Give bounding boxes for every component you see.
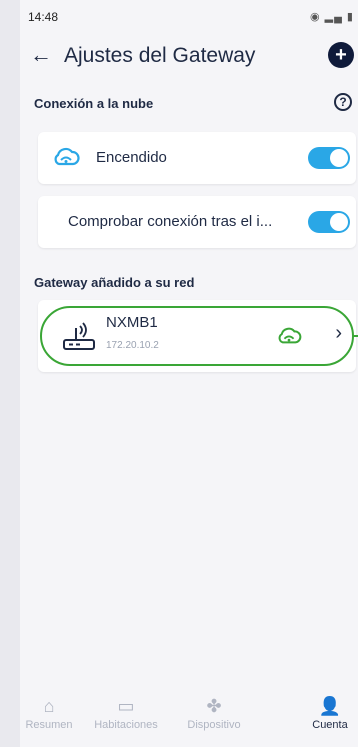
highlight-outline (40, 306, 354, 366)
check-connection-card: Comprobar conexión tras el i... (38, 196, 356, 248)
cloud-icon (52, 146, 80, 173)
header: ← Ajustes del Gateway + (20, 36, 358, 76)
fan-icon: ✤ (206, 696, 222, 716)
cloud-enabled-label: Encendido (96, 149, 167, 166)
cloud-enabled-card: Encendido (38, 132, 356, 184)
highlight-pointer (353, 335, 358, 337)
screen: 14:48 ◉ ▂▄ ▮ ← Ajustes del Gateway + Con… (20, 0, 358, 747)
nav-label: Dispositivo (187, 719, 241, 731)
toggle-knob (330, 213, 348, 231)
status-icons: ◉ ▂▄ ▮ (309, 11, 354, 23)
gateway-section-title: Gateway añadido a su red (34, 275, 195, 290)
help-icon[interactable]: ? (334, 93, 352, 111)
home-icon: ⌂ (43, 696, 55, 716)
toggle-knob (330, 149, 348, 167)
bottom-nav: ⌂ Resumen ▭ Habitaciones ✤ Dispositivo 👤… (20, 690, 358, 747)
user-icon: 👤 (318, 696, 342, 716)
cloud-section-title: Conexión a la nube (34, 96, 154, 111)
sofa-icon: ▭ (117, 696, 135, 716)
nav-label: Resumen (25, 719, 73, 731)
status-time: 14:48 (28, 10, 59, 24)
check-connection-toggle[interactable] (308, 211, 350, 233)
nav-item-cuenta[interactable]: 👤 Cuenta (302, 696, 358, 731)
nav-item-dispositivo[interactable]: ✤ Dispositivo (172, 696, 256, 731)
status-bar: 14:48 ◉ ▂▄ ▮ (20, 0, 358, 34)
nav-item-resumen[interactable]: ⌂ Resumen (20, 696, 78, 731)
add-gateway-button[interactable]: + (328, 42, 354, 68)
nav-item-habitaciones[interactable]: ▭ Habitaciones (82, 696, 170, 731)
check-connection-label: Comprobar conexión tras el i... (68, 213, 273, 230)
back-arrow-icon[interactable]: ← (30, 42, 52, 68)
nav-label: Habitaciones (94, 719, 158, 731)
page-title: Ajustes del Gateway (64, 44, 256, 67)
nav-label: Cuenta (312, 719, 348, 731)
cloud-enabled-toggle[interactable] (308, 147, 350, 169)
